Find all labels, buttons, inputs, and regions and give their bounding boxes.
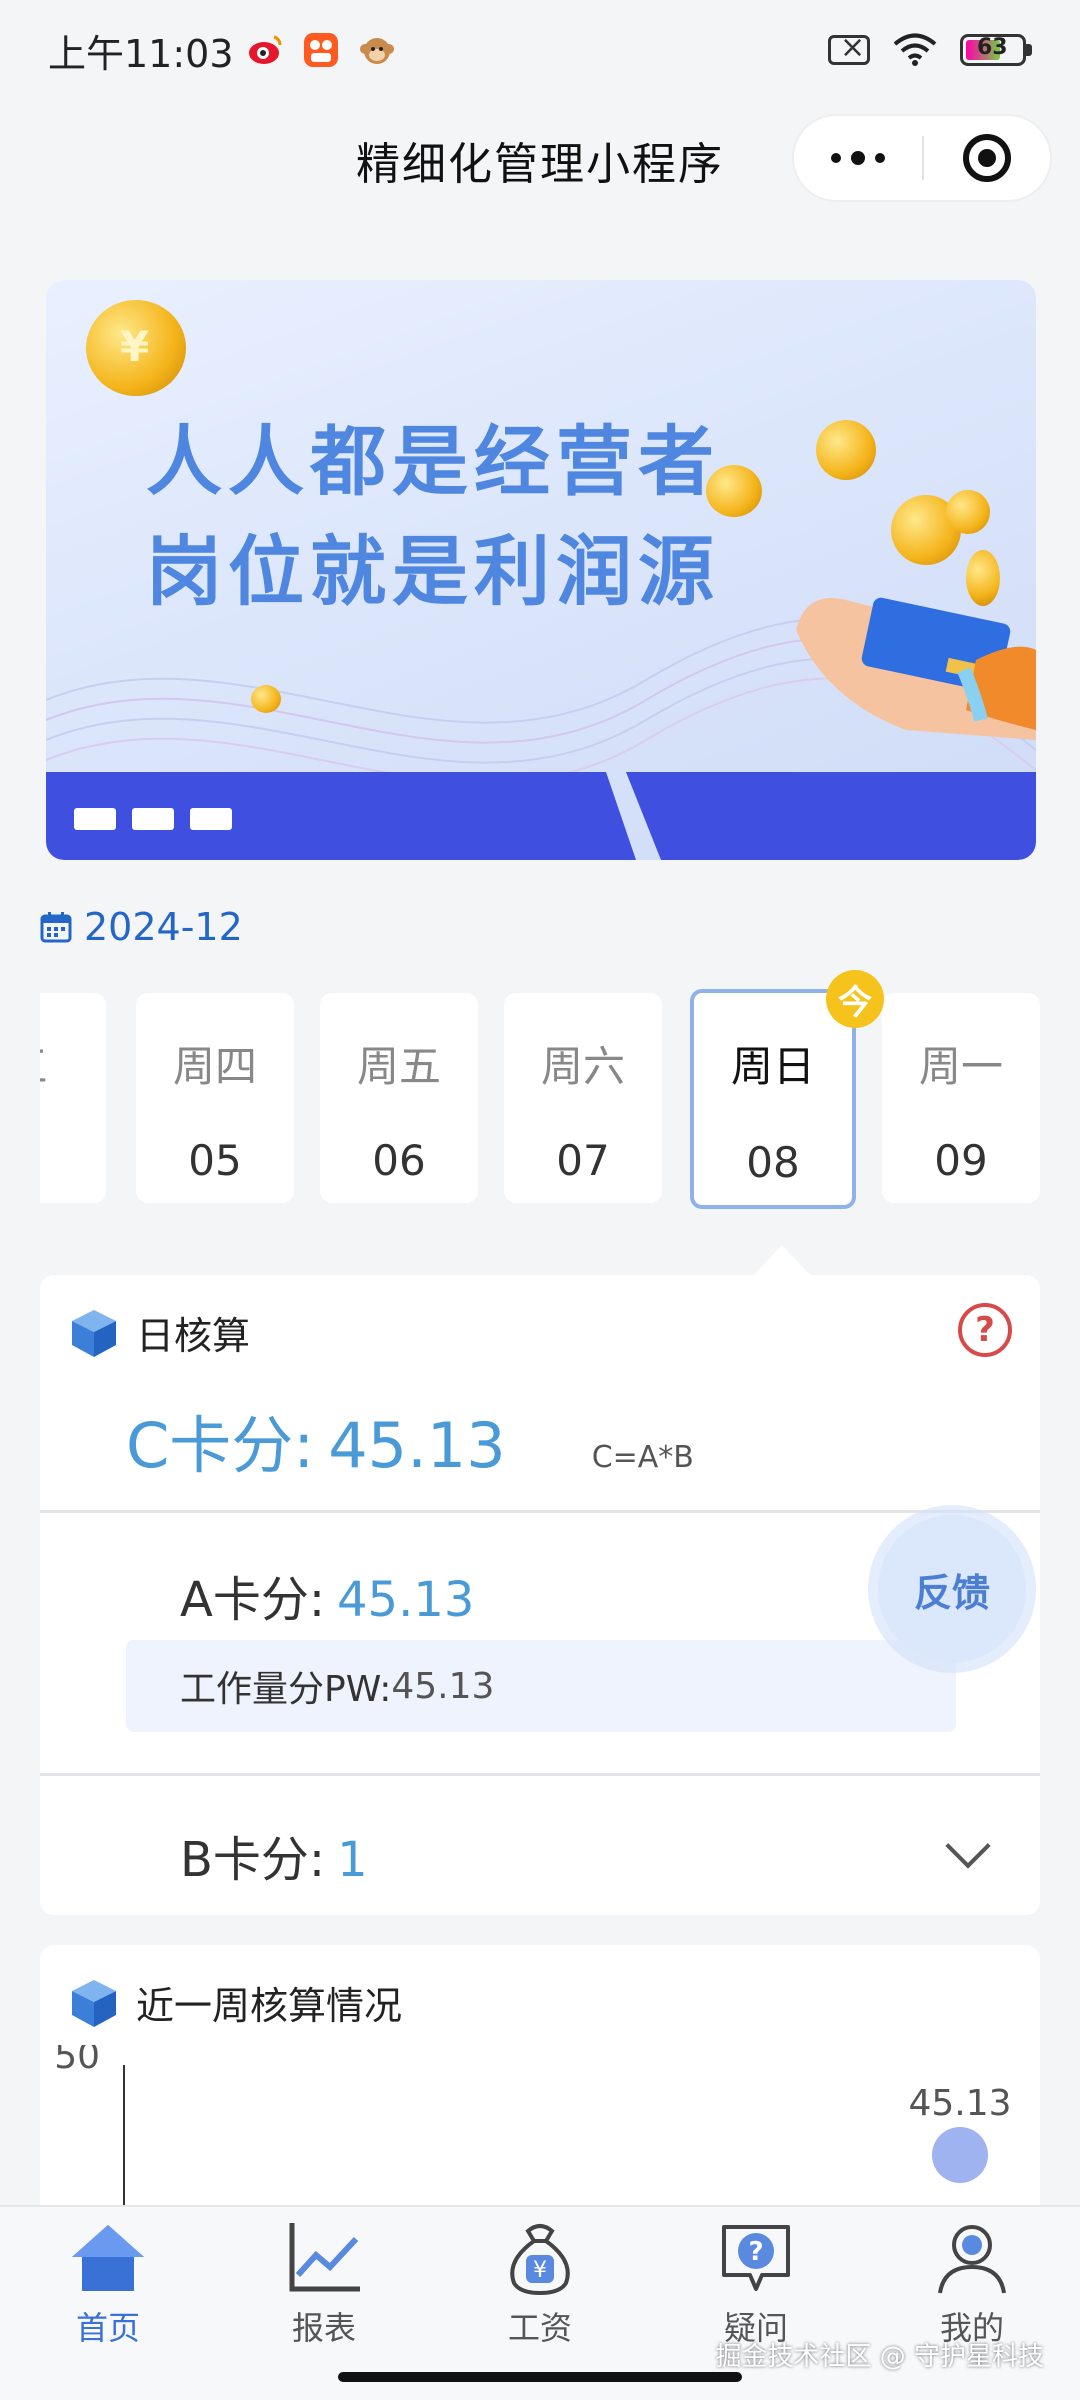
month-picker[interactable]: 2024-12 xyxy=(40,905,243,949)
coin-decoration xyxy=(816,420,876,480)
mini-program-capsule xyxy=(792,114,1052,202)
c-score-label: C卡分: xyxy=(126,1409,315,1482)
coin-decoration xyxy=(251,685,281,713)
target-icon xyxy=(962,134,1011,182)
money-bag-icon: ¥ xyxy=(510,2224,570,2296)
pw-score-label: 工作量分PW: xyxy=(180,1669,392,1710)
coin-decoration xyxy=(946,490,990,534)
banner-slogan-line2: 岗位就是利润源 xyxy=(146,527,720,616)
a-score-value: 45.13 xyxy=(337,1572,475,1628)
day-item[interactable]: 周五 06 xyxy=(320,993,478,1203)
status-bar: 上午11:03 63 xyxy=(0,0,1080,100)
no-sim-icon xyxy=(828,30,870,65)
tab-home[interactable]: 首页 xyxy=(0,2217,216,2400)
current-month: 2024-12 xyxy=(84,905,243,949)
status-notification-icons xyxy=(246,31,396,69)
today-badge: 今 xyxy=(826,970,884,1028)
banner[interactable]: ¥ 人人都是经营者 岗位就是利润源 xyxy=(46,280,1036,860)
c-score-row: C卡分: 45.13 C=A*B xyxy=(126,1395,694,1485)
a-score-row: A卡分: 45.13 xyxy=(180,1560,474,1630)
wifi-icon xyxy=(893,33,937,66)
svg-text:¥: ¥ xyxy=(533,2258,547,2283)
b-score-value: 1 xyxy=(337,1832,368,1888)
svg-text:?: ? xyxy=(748,2237,763,2267)
banner-tab-right xyxy=(626,772,1036,860)
home-icon xyxy=(72,2225,144,2291)
watermark: 掘金技术社区 @ 守护星科技 xyxy=(715,2342,1044,2372)
cube-icon xyxy=(72,1309,116,1357)
home-indicator[interactable] xyxy=(338,2372,742,2382)
day-item[interactable]: 周六 07 xyxy=(504,993,662,1203)
banner-slogan-line1: 人人都是经营者 xyxy=(146,417,720,506)
user-icon xyxy=(938,2225,1006,2294)
day-item-today[interactable]: 周一 09 xyxy=(882,993,1040,1203)
hand-card-illustration xyxy=(796,597,1036,740)
c-score-formula: C=A*B xyxy=(591,1440,694,1475)
question-icon: ? xyxy=(722,2225,790,2291)
close-mini-program-button[interactable] xyxy=(924,116,1050,200)
b-score-row[interactable]: B卡分: 1 xyxy=(180,1820,368,1890)
battery-icon: 63 xyxy=(960,34,1032,66)
feedback-button[interactable]: 反馈 xyxy=(878,1515,1026,1663)
cube-icon xyxy=(72,1979,116,2027)
chevron-down-icon[interactable] xyxy=(945,1823,991,1869)
data-point-label: 45.13 xyxy=(908,2083,1011,2124)
c-score-value: 45.13 xyxy=(328,1409,506,1482)
status-time: 上午11:03 xyxy=(48,31,234,76)
daily-card-title: 日核算 xyxy=(136,1314,251,1358)
help-icon[interactable]: ? xyxy=(958,1303,1012,1357)
calendar-icon xyxy=(40,912,72,943)
day-item[interactable]: 周四 05 xyxy=(136,993,294,1203)
day-item-selected[interactable]: 周日 08 xyxy=(690,989,856,1209)
pw-score-box: 工作量分PW: 45.13 xyxy=(126,1640,956,1732)
a-score-label: A卡分: xyxy=(180,1572,326,1628)
week-day-selector: 三 4 周四 05 周五 06 周六 07 周日 08 周一 09 xyxy=(40,985,1040,1215)
nav-bar: 精细化管理小程序 xyxy=(0,100,1080,220)
selected-day-pointer xyxy=(752,1245,812,1277)
app-notification-icon xyxy=(303,33,338,67)
page-title: 精细化管理小程序 xyxy=(356,139,724,190)
day-item[interactable]: 三 4 xyxy=(40,993,106,1203)
b-score-label: B卡分: xyxy=(180,1832,326,1888)
monkey-icon xyxy=(359,38,394,64)
weibo-icon xyxy=(248,35,282,64)
data-point xyxy=(932,2127,988,2183)
more-menu-button[interactable] xyxy=(794,116,922,200)
weekly-card-title: 近一周核算情况 xyxy=(136,1984,403,2028)
chart-icon xyxy=(289,2223,360,2292)
y-axis-tick-label: 50 xyxy=(54,2045,100,2077)
pw-score-value: 45.13 xyxy=(391,1665,495,1707)
